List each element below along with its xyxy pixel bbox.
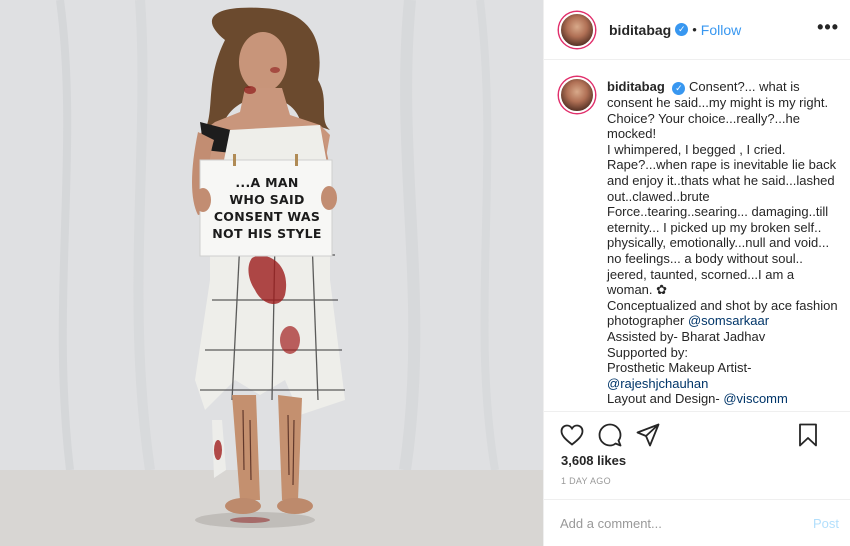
mention-link[interactable]: @somsarkaar <box>688 313 769 328</box>
more-options-icon[interactable]: ••• <box>817 17 839 37</box>
post-photo-illustration <box>0 0 543 546</box>
protest-sign-text: ...A MAN WHO SAID CONSENT WAS NOT HIS ST… <box>212 175 322 241</box>
heart-icon[interactable] <box>559 422 585 448</box>
comment-input[interactable] <box>560 515 813 531</box>
caption-body-1: Consent?... what is consent he said...my… <box>607 79 838 329</box>
separator-dot: • <box>692 22 697 37</box>
bookmark-icon[interactable] <box>795 422 821 448</box>
follow-button[interactable]: Follow <box>701 22 741 38</box>
caption-body-2: Assisted by- Bharat Jadhav Supported by:… <box>607 328 766 376</box>
likes-count[interactable]: 3,608 likes <box>561 453 626 468</box>
comment-bar: Post <box>544 499 850 546</box>
post-image[interactable]: ...A MAN WHO SAID CONSENT WAS NOT HIS ST… <box>0 0 543 546</box>
caption-text: biditabag ✓ Consent?... what is consent … <box>607 79 841 411</box>
action-bar <box>544 411 850 457</box>
verified-badge-icon: ✓ <box>675 23 689 36</box>
post-header: biditabag ✓ • Follow ••• <box>544 0 850 60</box>
caption-username[interactable]: biditabag <box>607 79 665 94</box>
comment-icon[interactable] <box>597 422 623 448</box>
mention-link[interactable]: @rajeshjchauhan <box>607 376 708 391</box>
post-details-panel: biditabag ✓ • Follow ••• biditabag ✓ Con… <box>543 0 850 546</box>
verified-badge-icon: ✓ <box>672 82 686 95</box>
caption-body-3: Layout and Design- <box>607 391 720 407</box>
post-comment-button[interactable]: Post <box>813 516 839 531</box>
author-avatar[interactable] <box>559 11 595 48</box>
caption-scroll-area[interactable]: biditabag ✓ Consent?... what is consent … <box>544 61 850 411</box>
share-icon[interactable] <box>635 422 661 448</box>
post-timestamp[interactable]: 1 DAY AGO <box>561 476 611 486</box>
author-username[interactable]: biditabag <box>609 22 671 38</box>
caption-author-avatar[interactable] <box>559 77 595 113</box>
mention-link[interactable]: @viscomm <box>723 391 787 406</box>
